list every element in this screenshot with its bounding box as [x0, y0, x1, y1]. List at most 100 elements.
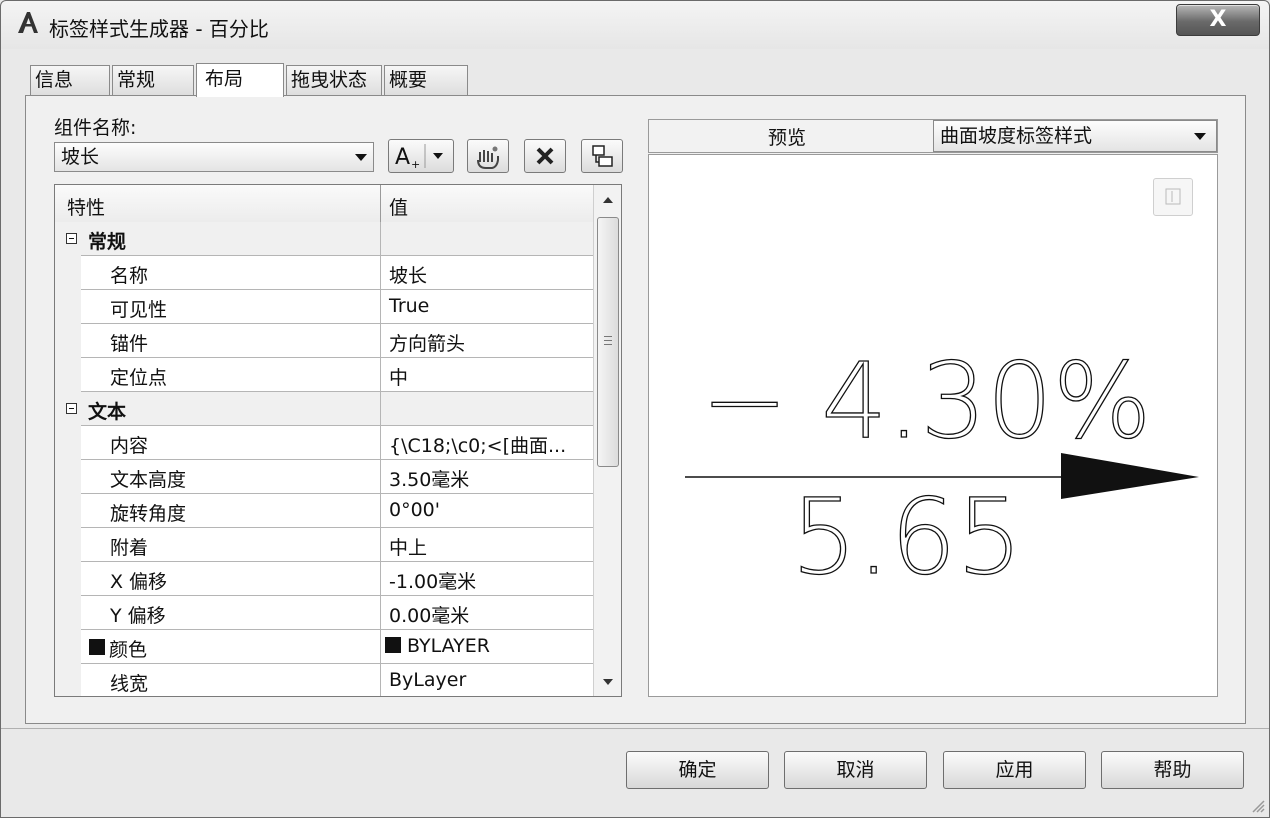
property-value[interactable]: ByLayer — [389, 669, 466, 691]
title-bar[interactable]: 标签样式生成器 - 百分比 X — [1, 1, 1269, 49]
scroll-down-arrow-icon[interactable] — [603, 679, 613, 685]
collapse-icon[interactable] — [66, 403, 77, 414]
property-name: 线宽 — [110, 673, 149, 695]
property-value-text: BYLAYER — [407, 635, 490, 657]
row-gutter — [55, 256, 81, 290]
resize-grip-icon[interactable] — [1249, 797, 1265, 813]
grid-property-row[interactable]: 旋转角度 0°00' — [55, 494, 593, 528]
value-column-header: 值 — [389, 197, 409, 219]
grid-property-row[interactable]: 定位点 中 — [55, 358, 593, 392]
row-gutter — [55, 426, 81, 460]
grid-property-row[interactable]: 文本高度 3.50毫米 — [55, 460, 593, 494]
property-value[interactable]: 坡长 — [389, 261, 427, 288]
component-draw-order-button[interactable] — [581, 139, 623, 173]
ok-button[interactable]: 确定 — [626, 751, 769, 789]
property-name: 文本高度 — [110, 469, 187, 491]
tab-info[interactable]: 信息 — [30, 65, 110, 95]
property-grid[interactable]: 特性 值 常规名称 坡长可见性 True 锚件 方向箭头定位点 中文本 内容 {\C18;\c… — [54, 184, 622, 697]
property-value-text: ByLayer — [389, 669, 467, 691]
apply-button[interactable]: 应用 — [943, 751, 1086, 789]
property-value-text: 坡长 — [389, 265, 428, 287]
copy-component-button[interactable] — [467, 139, 509, 173]
delete-icon — [536, 147, 554, 165]
grid-property-row[interactable]: 可见性 True — [55, 290, 593, 324]
close-button[interactable]: X — [1176, 4, 1260, 36]
help-button[interactable]: 帮助 — [1101, 751, 1244, 789]
grid-property-row[interactable]: 颜色 BYLAYER — [55, 630, 593, 664]
tab-drag-state[interactable]: 拖曳状态 — [286, 65, 382, 95]
property-value[interactable]: 0°00' — [389, 499, 440, 521]
property-value[interactable]: 中上 — [389, 533, 427, 560]
preview-canvas[interactable]: − 4.30% 5.65 — [648, 154, 1218, 697]
property-value[interactable]: 方向箭头 — [389, 329, 465, 356]
component-name-select[interactable]: 坡长 — [54, 142, 374, 172]
grid-property-row[interactable]: 内容 {\C18;\c0;<[曲面... — [55, 426, 593, 460]
tab-layout[interactable]: 布局 — [196, 63, 284, 97]
property-value-text: 3.50毫米 — [389, 469, 470, 491]
property-value[interactable]: BYLAYER — [385, 635, 490, 657]
grid-category-row[interactable]: 常规 — [55, 222, 593, 256]
grid-property-row[interactable]: 线宽 ByLayer — [55, 664, 593, 696]
property-name: 锚件 — [110, 333, 149, 355]
property-value[interactable]: True — [389, 295, 429, 317]
grid-property-row[interactable]: X 偏移 -1.00毫米 — [55, 562, 593, 596]
row-gutter — [55, 358, 81, 392]
row-gutter — [55, 562, 81, 596]
property-value-text: {\C18;\c0;<[曲面... — [389, 435, 567, 457]
tab-summary[interactable]: 概要 — [384, 65, 468, 95]
grid-property-row[interactable]: Y 偏移 0.00毫米 — [55, 596, 593, 630]
tab-label: 布局 — [205, 68, 244, 90]
property-value-text: 0.00毫米 — [389, 605, 470, 627]
row-gutter — [55, 630, 81, 664]
autocad-app-icon — [18, 12, 38, 33]
tab-label: 常规 — [117, 69, 156, 91]
property-value[interactable]: -1.00毫米 — [389, 567, 476, 594]
property-name: 旋转角度 — [110, 503, 187, 525]
property-value-text: 方向箭头 — [389, 333, 466, 355]
property-name: 可见性 — [110, 299, 168, 321]
dialog-window: 标签样式生成器 - 百分比 X 信息 常规 布局 拖曳状态 概要 组件名称: 坡… — [0, 0, 1270, 818]
tab-general[interactable]: 常规 — [112, 65, 194, 95]
property-name: 颜色 — [109, 639, 148, 661]
footer-divider — [1, 728, 1269, 729]
grid-vertical-scrollbar[interactable] — [593, 185, 621, 696]
property-name: 附着 — [110, 537, 149, 559]
chevron-down-icon — [355, 154, 367, 161]
property-value-text: -1.00毫米 — [389, 571, 477, 593]
cancel-button[interactable]: 取消 — [784, 751, 927, 789]
delete-component-button[interactable] — [524, 139, 566, 173]
category-name: 常规 — [88, 231, 127, 253]
property-value[interactable]: 中 — [389, 363, 408, 390]
property-value[interactable]: 3.50毫米 — [389, 465, 469, 492]
length-text: 5.65 — [791, 476, 1023, 598]
close-icon: X — [1209, 7, 1227, 32]
tab-label: 概要 — [389, 69, 428, 91]
property-value-text: 中上 — [389, 537, 428, 559]
grid-property-row[interactable]: 附着 中上 — [55, 528, 593, 562]
slope-text: − 4.30% — [701, 340, 1152, 462]
scroll-thumb[interactable] — [597, 217, 619, 467]
svg-text:+: + — [411, 158, 420, 171]
label-preview-drawing: − 4.30% 5.65 — [685, 339, 1199, 599]
create-text-component-button[interactable]: A + — [388, 139, 454, 173]
svg-text:A: A — [395, 145, 410, 170]
property-name: X 偏移 — [110, 571, 168, 593]
row-gutter — [55, 596, 81, 630]
scroll-up-arrow-icon[interactable] — [603, 197, 613, 203]
property-value[interactable]: 0.00毫米 — [389, 601, 469, 628]
grid-header: 特性 值 — [55, 185, 593, 223]
grid-property-row[interactable]: 名称 坡长 — [55, 256, 593, 290]
chevron-down-icon — [1194, 133, 1206, 140]
property-column-header: 特性 — [67, 197, 106, 219]
preview-style-select[interactable]: 曲面坡度标签样式 — [933, 120, 1217, 152]
grid-property-row[interactable]: 锚件 方向箭头 — [55, 324, 593, 358]
color-swatch-icon — [89, 639, 105, 655]
collapse-icon[interactable] — [66, 233, 77, 244]
row-gutter — [55, 494, 81, 528]
grid-category-row[interactable]: 文本 — [55, 392, 593, 426]
component-name-label: 组件名称: — [54, 117, 137, 139]
property-value[interactable]: {\C18;\c0;<[曲面... — [389, 431, 566, 458]
preview-zoom-extents-button[interactable] — [1153, 178, 1193, 216]
row-gutter — [55, 664, 81, 696]
tab-label: 信息 — [35, 69, 74, 91]
